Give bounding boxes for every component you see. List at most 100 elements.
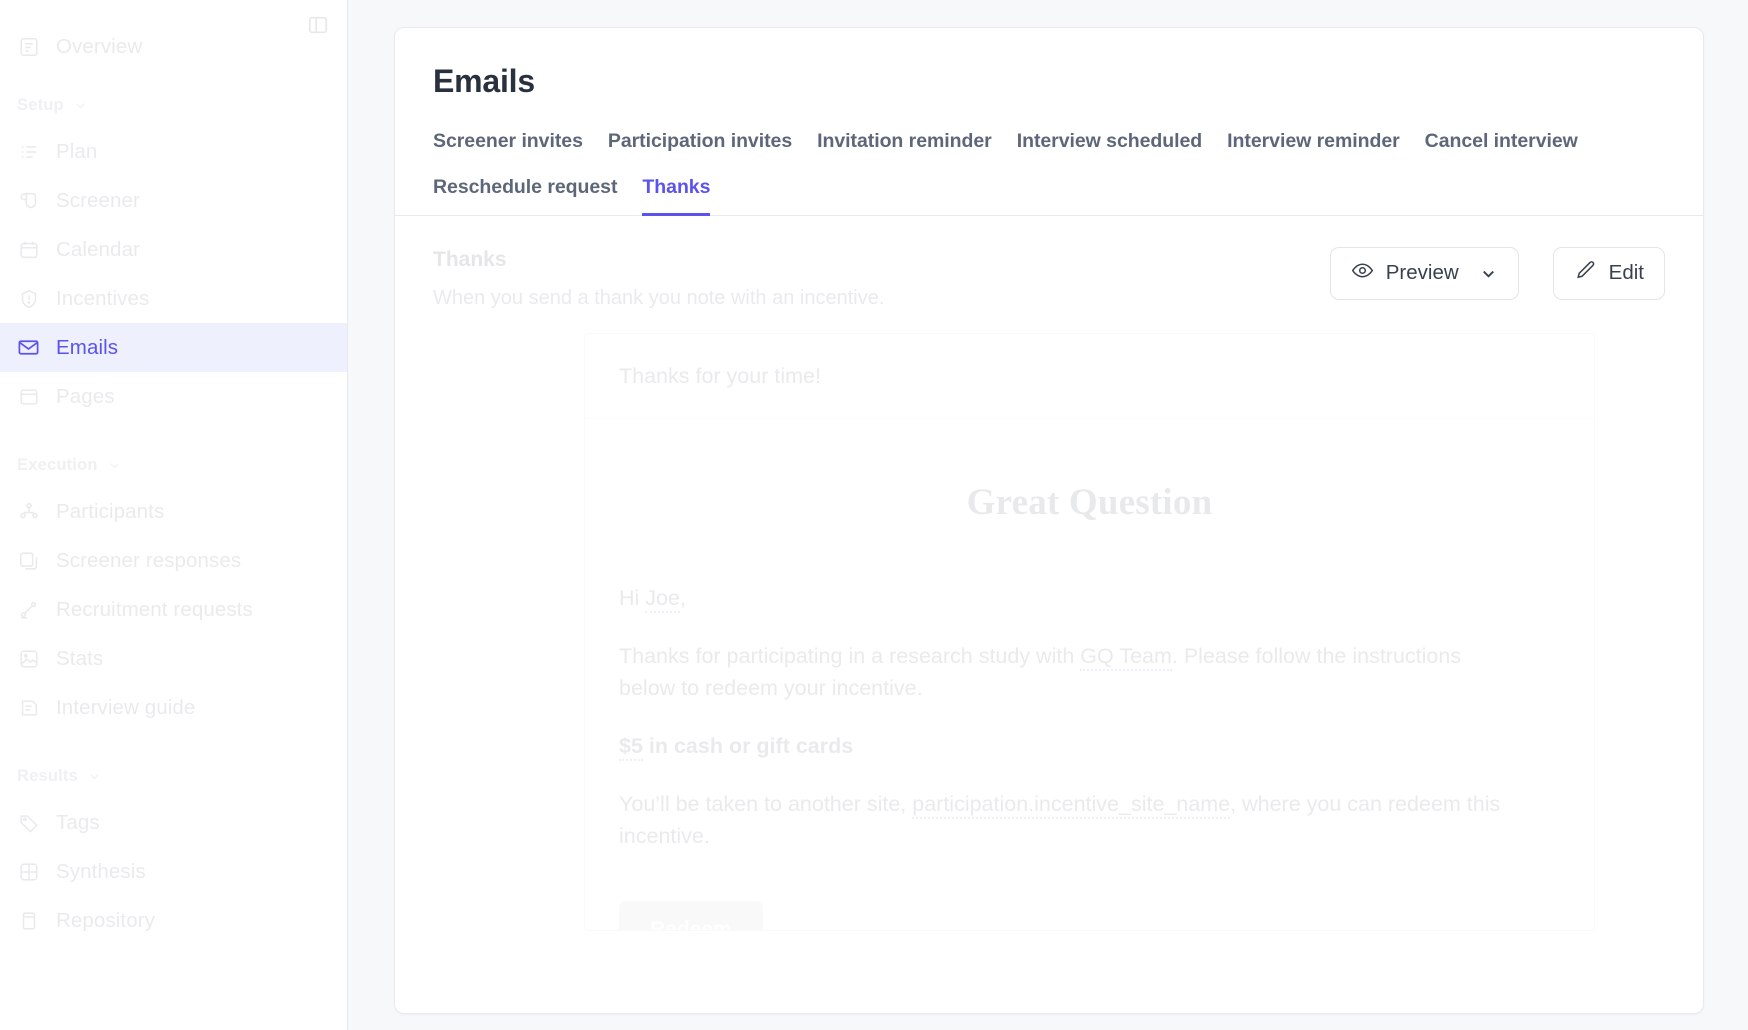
email-template-tabs: Screener invites Participation invites I… [433,124,1618,216]
template-description: When you send a thank you note with an i… [433,286,885,309]
email-preview-wrap: Thanks for your time! Great Question Hi … [395,332,1703,931]
app-root: Overview Setup Plan Screener Calendar In… [0,0,1748,1030]
sidebar-item-label: Screener responses [56,548,242,572]
sidebar-group-execution[interactable]: Execution [0,443,347,487]
redeem-button[interactable]: Redeem [619,900,763,930]
sidebar-group-label: Execution [17,455,98,474]
guide-icon [17,696,40,719]
email-greeting: Hi Joe, [619,582,1519,614]
sidebar-item-plan[interactable]: Plan [0,127,347,176]
email-incentive-amount: $5 in cash or gift cards [619,730,1519,762]
email-subject: Thanks for your time! [585,334,1594,419]
synthesis-icon [17,860,40,883]
greeting-prefix: Hi [619,585,646,610]
tab-interview-reminder[interactable]: Interview reminder [1227,124,1400,170]
eye-icon [1351,259,1374,288]
email-preview-frame: Thanks for your time! Great Question Hi … [584,332,1595,931]
sidebar-item-repository[interactable]: Repository [0,896,347,945]
edit-button-label: Edit [1608,261,1644,285]
tab-screener-invites[interactable]: Screener invites [433,124,583,170]
sidebar-item-label: Calendar [56,237,140,261]
sidebar-item-synthesis[interactable]: Synthesis [0,847,347,896]
sidebar-item-participants[interactable]: Participants [0,487,347,536]
chevron-down-icon [1479,264,1498,283]
sidebar-item-label: Plan [56,139,98,163]
template-actions: Preview Edit [1329,246,1665,300]
sidebar-item-tags[interactable]: Tags [0,798,347,847]
tab-interview-scheduled[interactable]: Interview scheduled [1017,124,1203,170]
incentive-amount-rest: in cash or gift cards [642,733,854,758]
variable-incentive-site-name: participation.incentive_site_name [912,791,1231,819]
variable-incentive-amount: $5 [619,733,643,761]
sidebar-item-label: Overview [56,34,143,58]
tab-thanks[interactable]: Thanks [642,170,710,216]
main-content: Emails Screener invites Participation in… [348,0,1748,1030]
template-heading-block: Thanks When you send a thank you note wi… [433,246,884,310]
variable-participant-name: Joe [645,585,680,613]
participants-icon [17,500,40,523]
overview-icon [17,35,40,58]
paragraph-1-part-a: Thanks for participating in a research s… [619,643,1081,668]
chevron-down-icon [73,98,88,113]
tab-reschedule-request[interactable]: Reschedule request [433,170,617,216]
greeting-suffix: , [679,585,686,610]
shield-icon [17,287,40,310]
sidebar-item-label: Interview guide [56,695,196,719]
recruitment-icon [17,598,40,621]
repository-icon [17,909,40,932]
sidebar-item-recruitment-requests[interactable]: Recruitment requests [0,585,347,634]
email-brand-logo: Great Question [966,481,1213,523]
sidebar-item-stats[interactable]: Stats [0,634,347,683]
mail-icon [17,336,40,359]
tab-cancel-interview[interactable]: Cancel interview [1425,124,1578,170]
email-body: Great Question Hi Joe, Thanks for partic… [585,419,1594,930]
pencil-icon [1574,259,1597,288]
email-paragraph-1: Thanks for participating in a research s… [619,640,1519,704]
tab-invitation-reminder[interactable]: Invitation reminder [817,124,992,170]
calendar-icon [17,238,40,261]
page-title: Emails [433,63,535,99]
stats-icon [17,647,40,670]
sidebar-item-label: Repository [56,908,155,932]
chevron-down-icon [87,769,102,784]
sidebar-item-screener-responses[interactable]: Screener responses [0,536,347,585]
sidebar-group-label: Setup [17,95,64,114]
variable-team-name: GQ Team [1080,643,1172,671]
sidebar-item-label: Emails [56,335,119,359]
sidebar-group-setup[interactable]: Setup [0,83,347,127]
tag-icon [17,811,40,834]
sidebar-item-label: Tags [56,810,100,834]
sidebar-item-incentives[interactable]: Incentives [0,274,347,323]
emails-card: Emails Screener invites Participation in… [394,27,1704,1014]
sidebar-group-results[interactable]: Results [0,754,347,798]
sidebar-item-interview-guide[interactable]: Interview guide [0,683,347,732]
sidebar-item-label: Synthesis [56,859,146,883]
edit-button[interactable]: Edit [1552,246,1665,300]
sidebar-item-label: Incentives [56,286,150,310]
responses-icon [17,549,40,572]
pages-icon [17,385,40,408]
sidebar-item-emails[interactable]: Emails [0,323,347,372]
sidebar-item-screener[interactable]: Screener [0,176,347,225]
sidebar-group-label: Results [17,766,79,785]
card-header: Emails Screener invites Participation in… [395,28,1703,216]
sidebar-item-label: Recruitment requests [56,597,253,621]
screener-icon [17,189,40,212]
email-paragraph-2: You’ll be taken to another site, partici… [619,788,1519,852]
template-section: Thanks When you send a thank you note wi… [395,216,1703,310]
sidebar-item-calendar[interactable]: Calendar [0,225,347,274]
sidebar-item-overview[interactable]: Overview [0,22,347,71]
preview-button[interactable]: Preview [1329,246,1519,300]
sidebar-item-label: Screener [56,188,140,212]
preview-button-label: Preview [1385,261,1459,285]
sidebar-item-label: Participants [56,499,165,523]
sidebar-item-pages[interactable]: Pages [0,372,347,421]
chevron-down-icon [107,458,122,473]
sidebar-item-label: Stats [56,646,104,670]
list-icon [17,140,40,163]
paragraph-2-part-a: You’ll be taken to another site, [619,791,913,816]
sidebar: Overview Setup Plan Screener Calendar In… [0,0,348,1030]
template-title: Thanks [433,247,507,271]
tab-participation-invites[interactable]: Participation invites [608,124,792,170]
sidebar-item-label: Pages [56,384,115,408]
